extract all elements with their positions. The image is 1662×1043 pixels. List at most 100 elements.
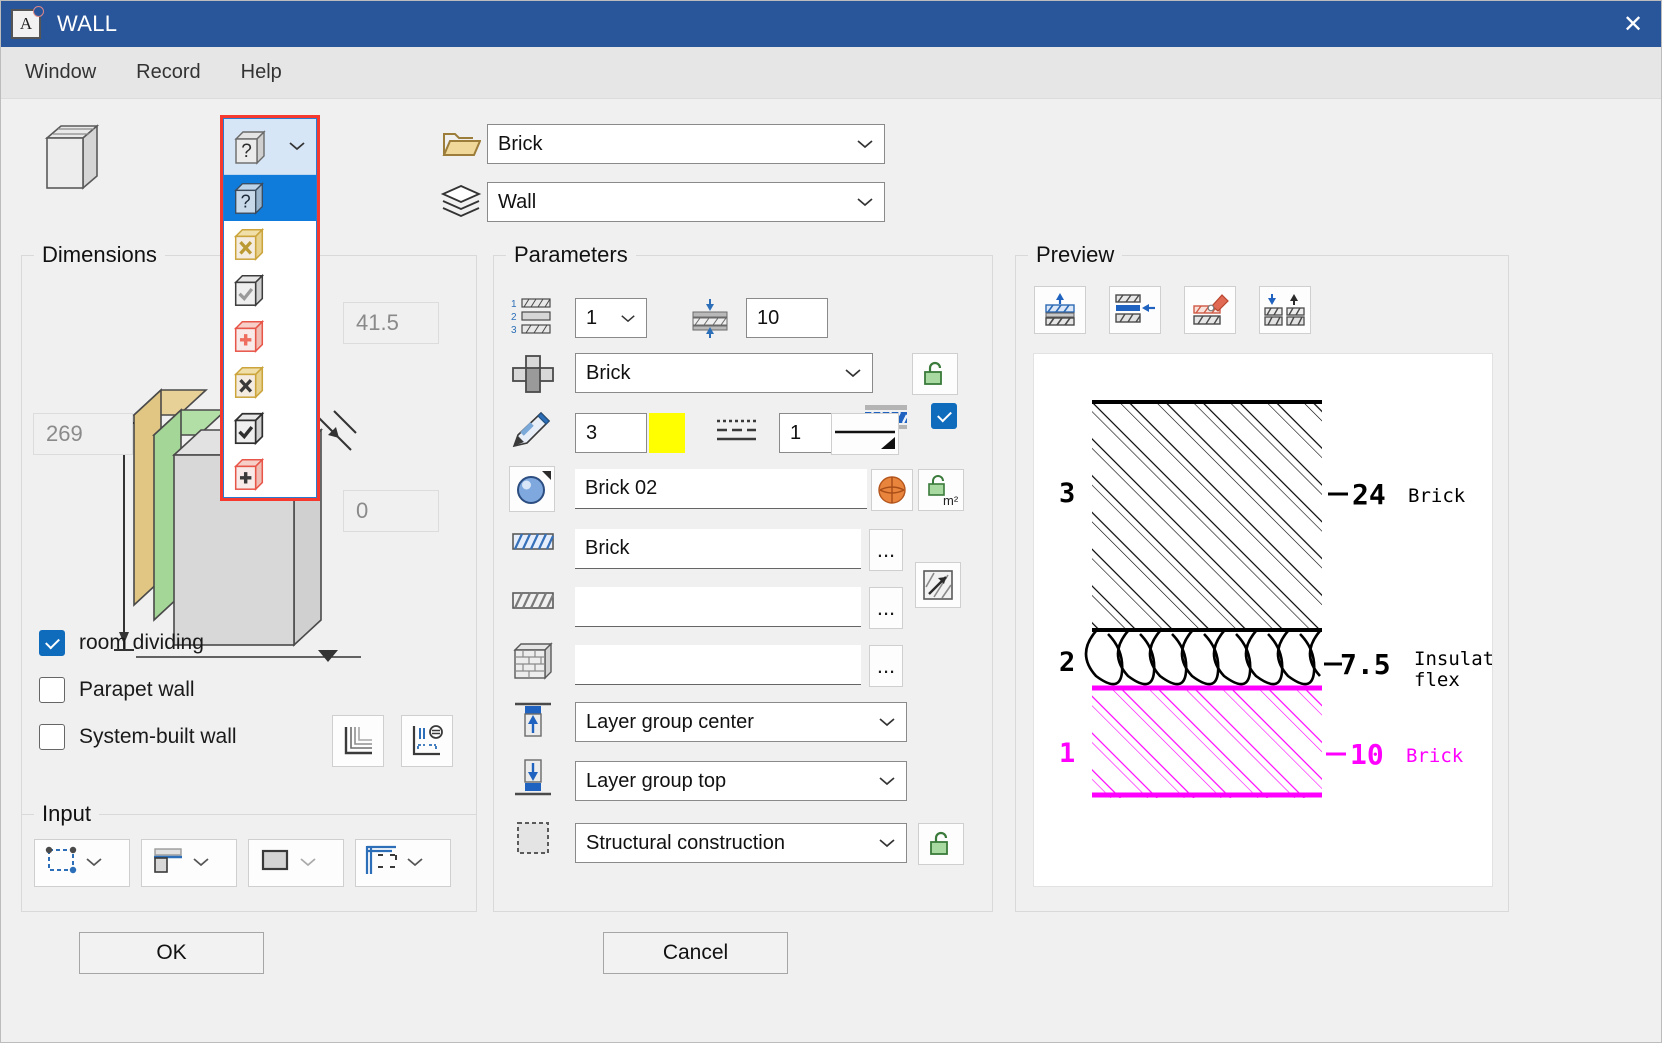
construction-icon bbox=[511, 818, 555, 868]
pen-icon bbox=[510, 408, 556, 458]
menu-item-window[interactable]: Window bbox=[25, 61, 96, 84]
unlock-green-icon[interactable] bbox=[912, 353, 958, 395]
thickness-field[interactable]: 10 bbox=[746, 298, 828, 338]
unlock-green-construction-icon[interactable] bbox=[918, 823, 964, 865]
masonry-icon bbox=[510, 640, 556, 690]
svg-text:m²: m² bbox=[943, 493, 958, 507]
line-style-preview-button[interactable] bbox=[831, 413, 899, 455]
construction-select[interactable]: Structural construction bbox=[575, 823, 907, 863]
surface-sphere-icon[interactable] bbox=[509, 466, 555, 512]
room-dividing-row[interactable]: room dividing bbox=[39, 630, 204, 656]
dropdown-item-2[interactable] bbox=[224, 267, 316, 313]
preview-layer-2-name-line1: Insulation bbox=[1414, 648, 1492, 670]
wall-solid-icon bbox=[255, 843, 295, 883]
hatch-bottom-more-button[interactable]: ... bbox=[869, 587, 903, 629]
masonry-more-button[interactable]: ... bbox=[869, 645, 903, 687]
preview-layer-2-number: 2 bbox=[1059, 647, 1075, 678]
hatch-top-more-label: ... bbox=[876, 537, 896, 562]
ref-bottom-select[interactable]: Layer group top bbox=[575, 761, 907, 801]
cancel-label: Cancel bbox=[662, 941, 729, 964]
fill-type-select[interactable]: Brick bbox=[575, 353, 873, 393]
dropdown-item-1[interactable] bbox=[224, 221, 316, 267]
svg-text:?: ? bbox=[241, 141, 252, 162]
layer-swap-icon[interactable] bbox=[1259, 286, 1311, 334]
pen-width-field[interactable]: 3 bbox=[575, 413, 647, 453]
texture-link-icon[interactable] bbox=[915, 562, 961, 608]
dropdown-item-6[interactable] bbox=[224, 451, 316, 497]
layer-value: Wall bbox=[498, 190, 537, 213]
ref-bottom-icon bbox=[511, 755, 555, 807]
svg-text:3: 3 bbox=[511, 325, 517, 336]
pen-color-swatch[interactable] bbox=[649, 413, 685, 453]
masonry-field[interactable] bbox=[575, 645, 861, 685]
room-dividing-checkbox[interactable] bbox=[39, 630, 65, 656]
layer-paint-icon[interactable] bbox=[1184, 286, 1236, 334]
zero-field[interactable]: 0 bbox=[343, 490, 439, 532]
app-icon-letter: A bbox=[19, 14, 33, 33]
input-button-wall-alignment[interactable] bbox=[141, 839, 237, 887]
ref-top-select[interactable]: Layer group center bbox=[575, 702, 907, 742]
svg-text:2: 2 bbox=[511, 312, 517, 323]
dimensions-title: Dimensions bbox=[34, 242, 165, 268]
preview-layer-2-thickness: 7.5 bbox=[1340, 648, 1391, 681]
unlock-green-m2-icon[interactable]: m² bbox=[918, 469, 964, 511]
chevron-down-icon bbox=[406, 852, 424, 874]
zero-value: 0 bbox=[356, 498, 369, 523]
parapet-wall-checkbox[interactable] bbox=[39, 677, 65, 703]
ok-label: OK bbox=[156, 941, 187, 964]
room-dividing-label: room dividing bbox=[79, 631, 204, 654]
dropdown-item-4[interactable] bbox=[224, 359, 316, 405]
folder-row: Brick bbox=[435, 124, 885, 164]
pen-width-value: 3 bbox=[586, 421, 598, 444]
construction-value: Structural construction bbox=[586, 831, 785, 854]
layer-row: Wall bbox=[435, 182, 885, 222]
system-built-wall-row[interactable]: System-built wall bbox=[39, 724, 237, 750]
cancel-button[interactable]: Cancel bbox=[603, 932, 788, 974]
offset-value: 41.5 bbox=[356, 310, 399, 335]
dropdown-item-5[interactable] bbox=[224, 405, 316, 451]
offset-field[interactable]: 41.5 bbox=[343, 302, 439, 344]
hatch-top-field[interactable]: Brick bbox=[575, 529, 861, 569]
line-number-field[interactable]: 1 bbox=[779, 413, 833, 453]
parameters-title: Parameters bbox=[506, 242, 636, 268]
menu-item-record[interactable]: Record bbox=[136, 61, 200, 84]
input-button-reference-line[interactable] bbox=[34, 839, 130, 887]
wall-type-dropdown-selected[interactable]: ? bbox=[224, 119, 316, 175]
hatch-bottom-field[interactable] bbox=[575, 587, 861, 627]
layer-index-select[interactable]: 1 bbox=[575, 298, 647, 338]
material-ball-icon[interactable] bbox=[871, 469, 913, 511]
dropdown-item-0[interactable]: ? bbox=[224, 175, 316, 221]
surface-value: Brick 02 bbox=[585, 477, 658, 499]
hatch-gray-icon bbox=[510, 587, 556, 621]
preview-title: Preview bbox=[1028, 242, 1123, 268]
chevron-down-icon bbox=[299, 852, 317, 874]
wall-corner-icon[interactable] bbox=[332, 715, 384, 767]
hatch-bottom-more-label: ... bbox=[876, 595, 896, 620]
dropdown-item-3[interactable] bbox=[224, 313, 316, 359]
system-built-wall-checkbox[interactable] bbox=[39, 724, 65, 750]
ok-button[interactable]: OK bbox=[79, 932, 264, 974]
preview-canvas[interactable]: 3 24 Brick 2 7.5 Insulat flex 1 10 Brick bbox=[1033, 353, 1528, 887]
hatch-top-more-button[interactable]: ... bbox=[869, 529, 903, 571]
menu-item-help[interactable]: Help bbox=[241, 61, 282, 84]
wall-properties-icon[interactable] bbox=[401, 715, 453, 767]
system-built-wall-label: System-built wall bbox=[79, 725, 237, 748]
title-bar: A WALL ✕ bbox=[1, 1, 1661, 47]
layer-up-icon[interactable] bbox=[1034, 286, 1086, 334]
layer-select[interactable]: Wall bbox=[487, 182, 885, 222]
app-icon: A bbox=[11, 6, 44, 39]
thickness-total-field[interactable]: 269 bbox=[33, 413, 133, 455]
parapet-wall-row[interactable]: Parapet wall bbox=[39, 677, 195, 703]
close-icon[interactable]: ✕ bbox=[1605, 1, 1661, 47]
folder-select[interactable]: Brick bbox=[487, 124, 885, 164]
layers-icon bbox=[435, 182, 487, 222]
preview-layer-3-number: 3 bbox=[1059, 478, 1075, 509]
layer-insert-icon[interactable] bbox=[1109, 286, 1161, 334]
input-button-wall-solid[interactable] bbox=[248, 839, 344, 887]
input-button-wall-connection[interactable] bbox=[355, 839, 451, 887]
wall-connection-icon bbox=[362, 843, 402, 883]
surface-field[interactable]: Brick 02 bbox=[575, 469, 867, 509]
wall-type-dropdown-list[interactable]: ? ? bbox=[220, 115, 320, 501]
layer-visible-checkbox[interactable] bbox=[931, 403, 957, 429]
hatch-blue-icon bbox=[510, 528, 556, 562]
